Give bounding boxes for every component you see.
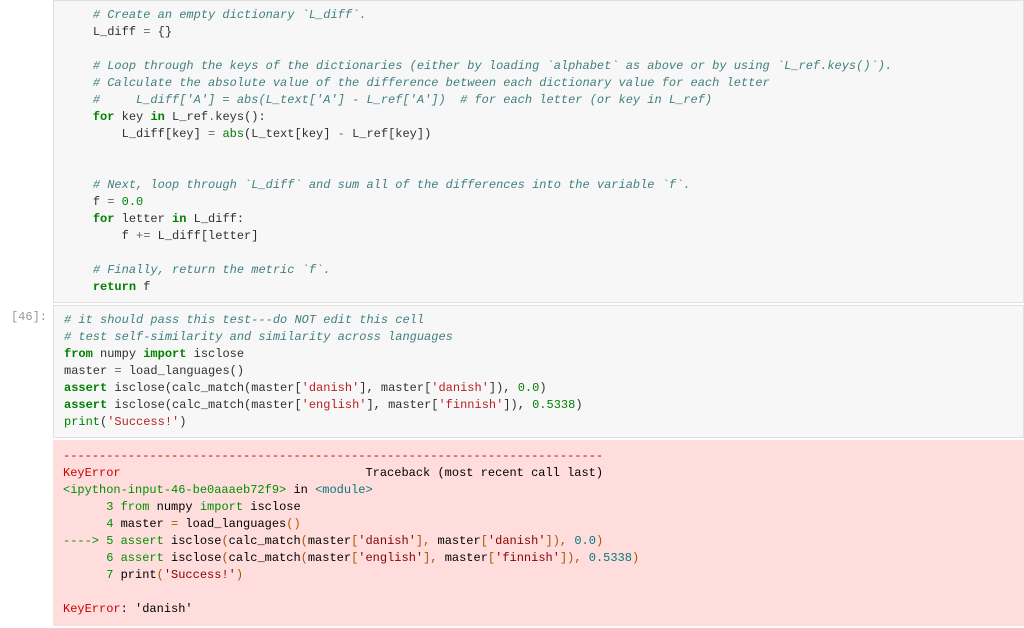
code-cell-1: # Create an empty dictionary `L_diff`. L… (0, 0, 1024, 303)
cell-prompt (0, 0, 53, 303)
cell-prompt: [46]: (0, 305, 53, 438)
code-input-area[interactable]: # it should pass this test---do NOT edit… (53, 305, 1024, 438)
output-prompt (0, 440, 53, 626)
cell-output-error: ----------------------------------------… (0, 440, 1024, 626)
notebook: # Create an empty dictionary `L_diff`. L… (0, 0, 1024, 626)
code-input-area[interactable]: # Create an empty dictionary `L_diff`. L… (53, 0, 1024, 303)
traceback: ----------------------------------------… (53, 440, 1024, 626)
code-cell-2: [46]: # it should pass this test---do NO… (0, 305, 1024, 438)
